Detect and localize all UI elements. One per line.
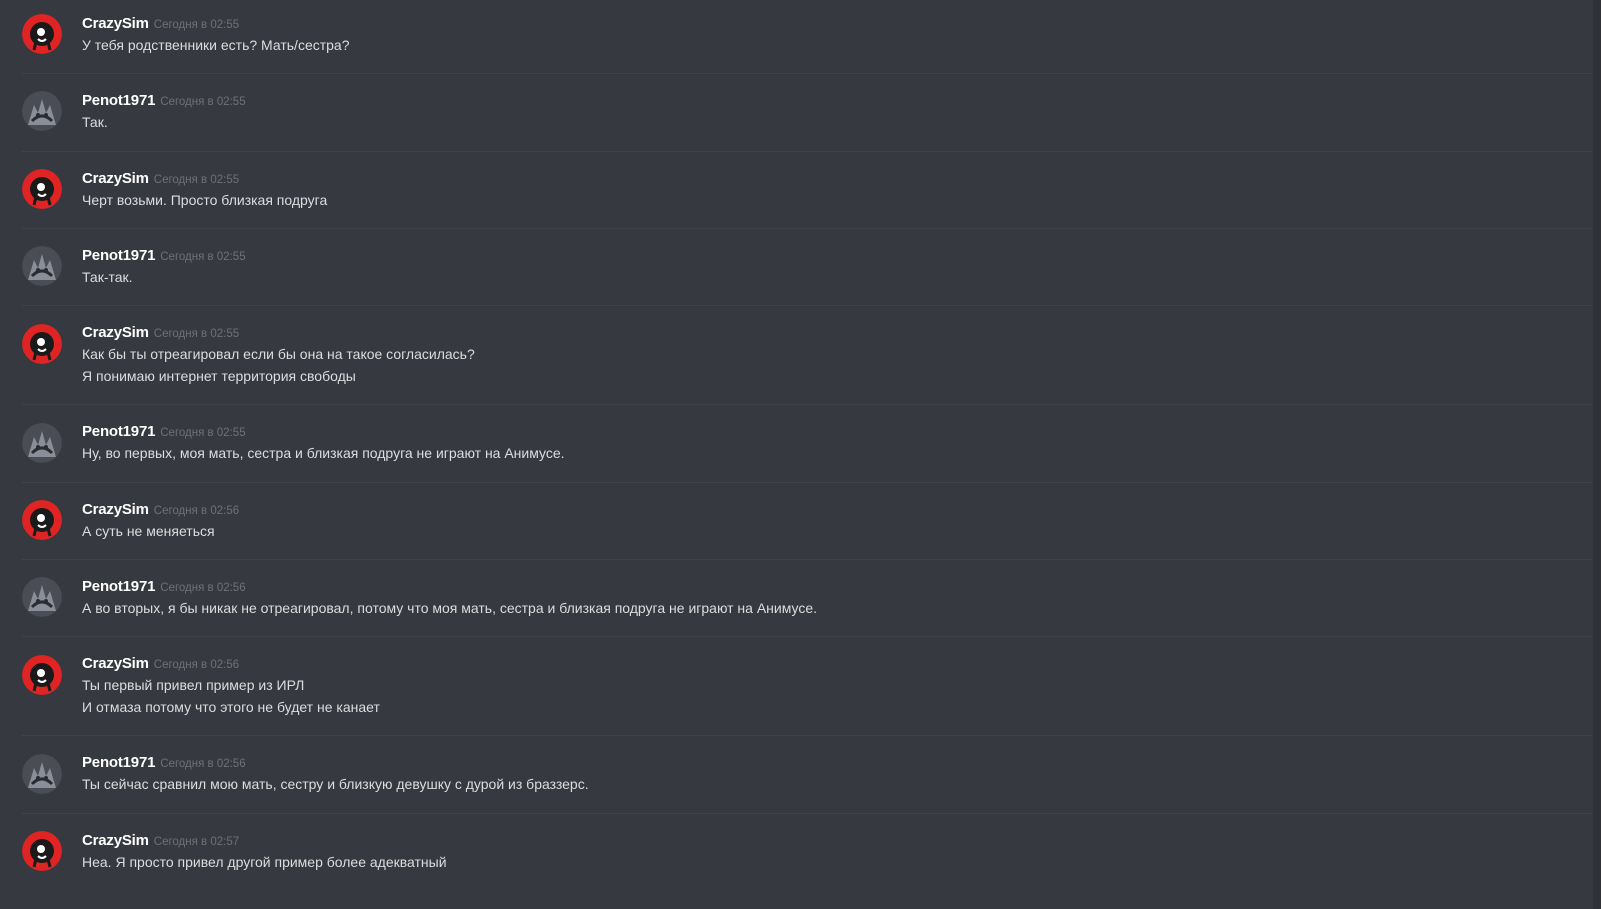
message-divider: [22, 813, 1592, 814]
author-name[interactable]: Penot1971: [82, 92, 155, 109]
message-timestamp: Сегодня в 02:55: [160, 96, 246, 108]
message-divider: [22, 636, 1592, 637]
dark-creature-avatar-icon[interactable]: [22, 577, 62, 617]
author-name[interactable]: CrazySim: [82, 15, 149, 32]
message-divider: [22, 482, 1592, 483]
message-text: Так.: [82, 114, 108, 130]
message-text: А суть не меняеться: [82, 523, 215, 539]
message-text: Как бы ты отреагировал если бы она на та…: [82, 346, 475, 362]
message-text: Так-так.: [82, 269, 133, 285]
author-name[interactable]: CrazySim: [82, 501, 149, 518]
message-timestamp: Сегодня в 02:55: [160, 251, 246, 263]
devil-avatar-icon[interactable]: [22, 324, 62, 364]
author-name[interactable]: Penot1971: [82, 247, 155, 264]
author-name[interactable]: CrazySim: [82, 832, 149, 849]
message-divider: [22, 559, 1592, 560]
message-divider: [22, 305, 1592, 306]
message-divider: [22, 228, 1592, 229]
dark-creature-avatar-icon[interactable]: [22, 91, 62, 131]
devil-avatar-icon[interactable]: [22, 831, 62, 871]
message-timestamp: Сегодня в 02:55: [153, 174, 240, 186]
message-timestamp: Сегодня в 02:55: [160, 427, 246, 439]
message-divider: [22, 735, 1592, 736]
chat-messages: CrazySim Сегодня в 02:55 У тебя родственн…: [0, 0, 1601, 909]
author-name[interactable]: Penot1971: [82, 578, 155, 595]
message-timestamp: Сегодня в 02:55: [153, 328, 240, 340]
message-text: Ты первый привел пример из ИРЛ: [82, 677, 305, 693]
author-name[interactable]: CrazySim: [82, 655, 149, 672]
dark-creature-avatar-icon[interactable]: [22, 246, 62, 286]
devil-avatar-icon[interactable]: [22, 500, 62, 540]
dark-creature-avatar-icon[interactable]: [22, 423, 62, 463]
message-text: Ну, во первых, моя мать, сестра и близка…: [82, 445, 565, 461]
author-name[interactable]: Penot1971: [82, 754, 155, 771]
scrollbar[interactable]: [1593, 0, 1601, 909]
message-text: У тебя родственники есть? Мать/сестра?: [82, 37, 350, 53]
message-divider: [22, 151, 1592, 152]
message-text: А во вторых, я бы никак не отреагировал,…: [82, 600, 818, 616]
message-text: Черт возьми. Просто близкая подруга: [82, 192, 328, 208]
message-text: Я понимаю интернет территория свободы: [82, 368, 356, 384]
message-divider: [22, 404, 1592, 405]
devil-avatar-icon[interactable]: [22, 14, 62, 54]
message-text: Неа. Я просто привел другой пример более…: [82, 854, 447, 870]
message-timestamp: Сегодня в 02:57: [153, 836, 240, 848]
message-text: И отмаза потому что этого не будет не ка…: [82, 699, 380, 715]
message-timestamp: Сегодня в 02:56: [160, 582, 246, 594]
message-timestamp: Сегодня в 02:55: [153, 19, 240, 31]
message-timestamp: Сегодня в 02:56: [153, 505, 240, 517]
message-timestamp: Сегодня в 02:56: [160, 758, 246, 770]
message-timestamp: Сегодня в 02:56: [153, 659, 240, 671]
devil-avatar-icon[interactable]: [22, 169, 62, 209]
author-name[interactable]: CrazySim: [82, 170, 149, 187]
dark-creature-avatar-icon[interactable]: [22, 754, 62, 794]
message-divider: [22, 73, 1592, 74]
author-name[interactable]: CrazySim: [82, 324, 149, 341]
message-text: Ты сейчас сравнил мою мать, сестру и бли…: [82, 776, 589, 792]
devil-avatar-icon[interactable]: [22, 655, 62, 695]
author-name[interactable]: Penot1971: [82, 423, 155, 440]
